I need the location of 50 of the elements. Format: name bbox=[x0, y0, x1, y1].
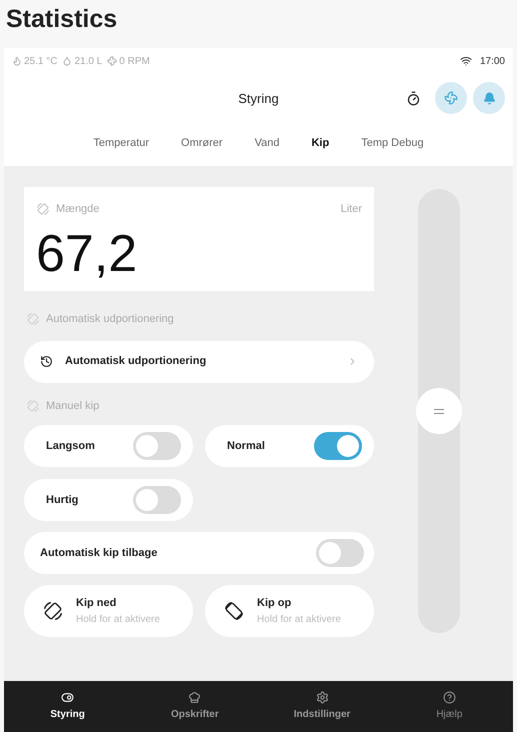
status-reading: 21.0 L bbox=[74, 54, 102, 68]
unit-label: Liter bbox=[340, 202, 362, 217]
settings-icon bbox=[316, 691, 329, 704]
toggle-switch[interactable] bbox=[133, 432, 181, 460]
auto-portion-button[interactable]: Automatisk udportionering bbox=[24, 340, 374, 382]
tab[interactable]: Temp Debug bbox=[349, 134, 436, 152]
rotate-device-icon bbox=[26, 398, 40, 413]
chef-hat-icon bbox=[188, 691, 202, 704]
hold-button[interactable]: Kip ned Hold for at aktivere bbox=[24, 585, 193, 637]
tab[interactable]: Omrører bbox=[169, 134, 235, 152]
clock-time: 17:00 bbox=[480, 54, 505, 68]
nav-tab[interactable]: Hjælp bbox=[386, 681, 513, 732]
header-title: Styring bbox=[238, 90, 279, 108]
hold-button[interactable]: Kip op Hold for at aktivere bbox=[205, 585, 374, 637]
rotate-device-icon bbox=[26, 312, 40, 326]
toggle-icon bbox=[61, 691, 74, 704]
toggle-switch[interactable] bbox=[316, 539, 364, 567]
slider-track[interactable] bbox=[418, 189, 460, 633]
fan-button[interactable] bbox=[435, 82, 467, 114]
rotate-device-icon bbox=[223, 600, 245, 622]
toggle-switch[interactable] bbox=[314, 432, 362, 460]
status-reading: 0 RPM bbox=[119, 54, 150, 68]
nav-tab[interactable]: Opskrifter bbox=[131, 681, 258, 732]
section-heading: Automatisk udportionering bbox=[46, 312, 174, 327]
fan-icon bbox=[107, 56, 118, 66]
toggle-label: Langsom bbox=[46, 438, 95, 454]
toggle-label: Automatisk kip tilbage bbox=[40, 546, 158, 561]
timer-icon bbox=[406, 90, 420, 106]
status-reading: 25.1 °C bbox=[24, 54, 58, 68]
tab[interactable]: Kip bbox=[299, 134, 342, 152]
bell-icon bbox=[482, 92, 496, 104]
droplet-icon bbox=[62, 56, 72, 66]
history-icon bbox=[40, 355, 53, 368]
tab[interactable]: Temperatur bbox=[81, 134, 162, 152]
tab[interactable]: Vand bbox=[242, 134, 292, 152]
nav-tab[interactable]: Styring bbox=[4, 681, 132, 732]
bell-button[interactable] bbox=[473, 82, 505, 114]
amount-label: Mængde bbox=[56, 202, 100, 217]
toggle-label: Hurtig bbox=[46, 492, 78, 508]
rotate-device-icon bbox=[36, 202, 50, 216]
fan-icon bbox=[444, 91, 458, 105]
flame-icon bbox=[12, 56, 22, 66]
amount-value: 67,2 bbox=[36, 228, 138, 280]
rotate-device-icon bbox=[42, 600, 64, 622]
page-title: Statistics bbox=[5, 4, 118, 35]
help-icon bbox=[442, 691, 456, 704]
toggle-switch[interactable] bbox=[133, 486, 181, 514]
nav-tab[interactable]: Indstillinger bbox=[258, 681, 386, 732]
section-heading: Manuel kip bbox=[46, 398, 100, 414]
toggle-label: Normal bbox=[227, 438, 265, 454]
